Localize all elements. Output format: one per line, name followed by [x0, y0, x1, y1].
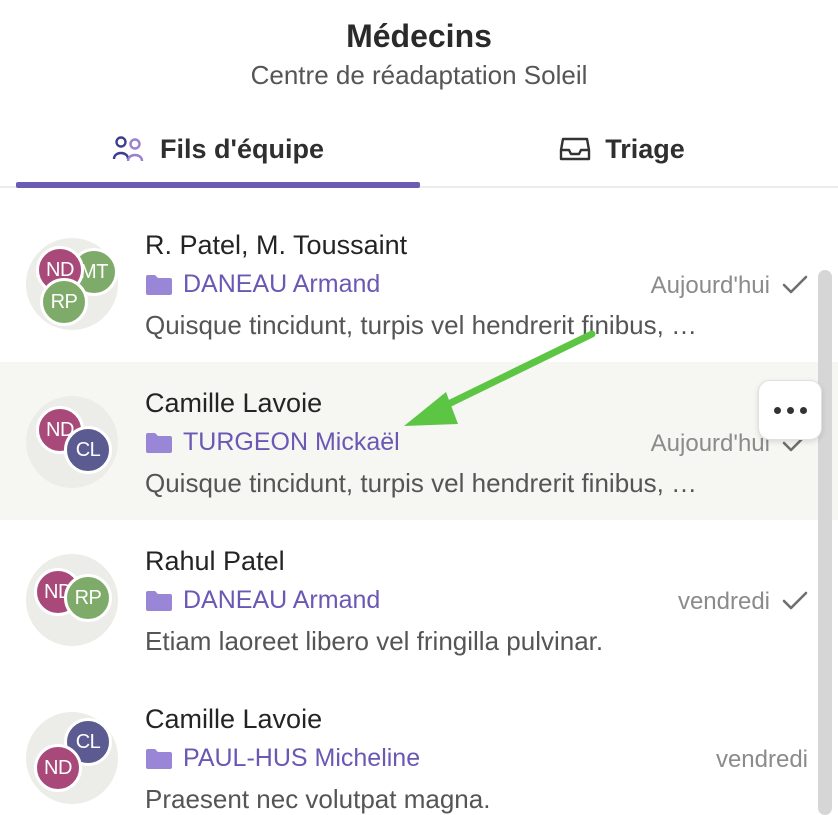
tab-team-threads[interactable]: Fils d'équipe: [16, 112, 420, 186]
patient-name: DANEAU Armand: [183, 270, 381, 298]
thread-title: Rahul Patel: [145, 546, 285, 576]
tab-triage-label: Triage: [605, 133, 685, 164]
active-tab-indicator: [16, 182, 420, 188]
tab-bar: Fils d'équipe Triage: [0, 112, 838, 188]
patient-line: DANEAU Armand: [145, 270, 380, 299]
thread-preview: Quisque tincidunt, turpis vel hendrerit …: [145, 310, 698, 340]
avatar-group: ND CL: [26, 396, 118, 488]
thread-row[interactable]: MT ND RP R. Patel, M. Toussaint DANEAU A…: [0, 206, 838, 364]
more-actions-button[interactable]: [758, 380, 822, 440]
folder-icon: [145, 274, 173, 296]
thread-date: vendredi: [715, 746, 808, 773]
thread-date: Aujourd'hui: [650, 430, 770, 457]
inbox-icon: [559, 136, 591, 162]
thread-row[interactable]: ND RP Rahul Patel DANEAU Armand vendredi…: [0, 520, 838, 678]
avatar-group: ND RP: [26, 554, 118, 646]
thread-preview: Etiam laoreet libero vel fringilla pulvi…: [145, 626, 604, 656]
tab-team-label: Fils d'équipe: [160, 133, 324, 164]
thread-date: Aujourd'hui: [650, 272, 770, 299]
thread-preview: Quisque tincidunt, turpis vel hendrerit …: [145, 468, 698, 498]
header: Médecins Centre de réadaptation Soleil: [0, 0, 838, 110]
read-check-icon: [782, 590, 808, 612]
thread-row[interactable]: ND CL Camille Lavoie TURGEON Mickaël Auj…: [0, 362, 838, 520]
page-subtitle: Centre de réadaptation Soleil: [250, 60, 588, 90]
thread-preview: Praesent nec volutpat magna.: [145, 784, 491, 814]
patient-line: DANEAU Armand: [145, 586, 380, 615]
thread-list[interactable]: MT ND RP R. Patel, M. Toussaint DANEAU A…: [0, 206, 838, 815]
patient-line: PAUL-HUS Micheline: [145, 744, 420, 773]
patient-name: DANEAU Armand: [183, 586, 381, 614]
team-icon: [112, 135, 146, 163]
folder-icon: [145, 432, 173, 454]
folder-icon: [145, 748, 173, 770]
scrollbar[interactable]: [818, 270, 832, 815]
read-check-icon: [782, 274, 808, 296]
page-title: Médecins: [346, 18, 492, 54]
thread-title: R. Patel, M. Toussaint: [145, 230, 408, 260]
patient-line: TURGEON Mickaël: [145, 428, 400, 457]
thread-title: Camille Lavoie: [145, 704, 323, 734]
folder-icon: [145, 590, 173, 612]
avatar: RP: [40, 278, 88, 326]
thread-date: vendredi: [677, 588, 770, 615]
patient-name: PAUL-HUS Micheline: [183, 744, 421, 772]
more-horizontal-icon: [773, 406, 807, 414]
avatar: ND: [34, 744, 82, 792]
avatar-group: CL ND: [26, 712, 118, 804]
patient-name: TURGEON Mickaël: [183, 428, 400, 456]
avatar: CL: [64, 426, 112, 474]
thread-title: Camille Lavoie: [145, 388, 323, 418]
avatar-group: MT ND RP: [26, 238, 118, 330]
tab-triage[interactable]: Triage: [420, 112, 824, 186]
thread-row[interactable]: CL ND Camille Lavoie PAUL-HUS Micheline …: [0, 678, 838, 815]
avatar: RP: [64, 574, 112, 622]
